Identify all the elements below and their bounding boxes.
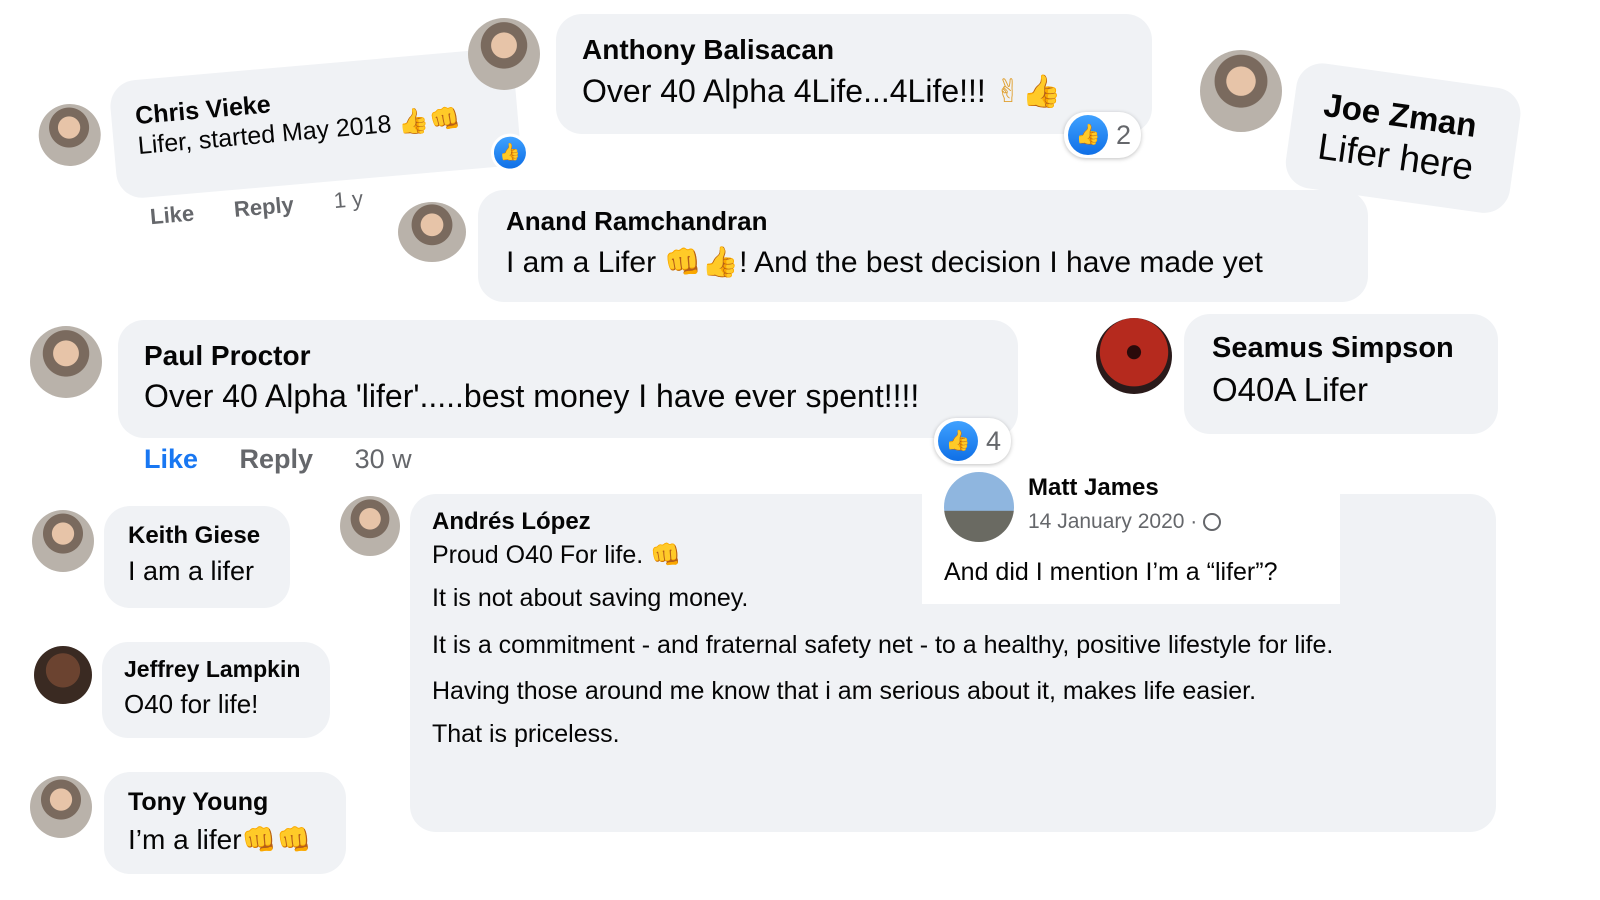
comment-bubble-tony: Tony Young I’m a lifer👊👊 (104, 772, 346, 874)
comment-text: Proud O40 For life. (432, 541, 644, 569)
fist-bump-emoji: 👊 (650, 540, 682, 569)
comment-text: O40A Lifer (1212, 371, 1368, 408)
comment-paragraph: Having those around me know that i am se… (432, 677, 1257, 705)
globe-icon (1203, 513, 1222, 532)
comment-bubble-anthony: Anthony Balisacan Over 40 Alpha 4Life...… (556, 14, 1152, 134)
author-name[interactable]: Anthony Balisacan (582, 34, 1126, 66)
comment-paragraph: It is a commitment - and fraternal safet… (432, 631, 1334, 659)
reply-link[interactable]: Reply (233, 192, 295, 222)
timestamp[interactable]: 30 w (355, 444, 412, 474)
like-thumb-icon: 👍 (1068, 115, 1108, 155)
avatar-anand[interactable] (398, 202, 466, 262)
author-name[interactable]: Matt James (1028, 474, 1159, 502)
comment-bubble-paul: Paul Proctor Over 40 Alpha 'lifer'.....b… (118, 320, 1018, 438)
reaction-count: 2 (1116, 119, 1132, 150)
comment-text: I’m a lifer (128, 824, 242, 855)
comment-text: O40 for life! (124, 689, 259, 719)
thumbs-up-emoji: 👍 (1021, 72, 1062, 110)
author-name[interactable]: Seamus Simpson (1212, 332, 1470, 365)
post-date[interactable]: 14 January 2020 · (1028, 510, 1203, 533)
comment-text: Over 40 Alpha 'lifer'.....best money I h… (144, 378, 920, 414)
comment-actions-paul: Like Reply 30 w (144, 444, 446, 475)
avatar-paul[interactable] (30, 326, 102, 398)
avatar-jeffrey[interactable] (34, 646, 92, 704)
avatar-matt[interactable] (944, 472, 1014, 542)
comment-text: Over 40 Alpha 4Life...4Life!!! (582, 73, 986, 109)
comment-bubble-seamus: Seamus Simpson O40A Lifer (1184, 314, 1498, 434)
comment-bubble-jeffrey: Jeffrey Lampkin O40 for life! (102, 642, 330, 738)
comment-text: I am a Lifer (506, 246, 665, 279)
comment-text-tail: ! And the best decision I have made yet (739, 246, 1263, 279)
avatar-chris[interactable] (36, 101, 104, 169)
post-text: And did I mention I’m a “lifer”? (944, 558, 1278, 586)
timestamp[interactable]: 1 y (333, 186, 364, 213)
reaction-count-paul[interactable]: 👍 4 (934, 418, 1012, 464)
fist-bump-emoji: 👊 (427, 102, 462, 135)
like-thumb-icon: 👍 (489, 132, 531, 174)
reaction-count: 4 (986, 425, 1002, 456)
avatar-seamus[interactable] (1096, 318, 1172, 394)
avatar-joe[interactable] (1200, 50, 1282, 132)
author-name[interactable]: Paul Proctor (144, 340, 992, 372)
post-card-matt: Matt James 14 January 2020 · And did I m… (922, 468, 1340, 604)
avatar-keith[interactable] (32, 510, 94, 572)
avatar-andres[interactable] (340, 496, 400, 556)
author-name[interactable]: Jeffrey Lampkin (124, 656, 308, 683)
comment-paragraph: That is priceless. (432, 720, 620, 748)
like-thumb-icon: 👍 (938, 421, 978, 461)
author-name[interactable]: Keith Giese (128, 522, 266, 550)
author-name[interactable]: Tony Young (128, 788, 322, 817)
reply-link[interactable]: Reply (240, 444, 314, 474)
fist-bump-emoji: 👊👊 (241, 823, 312, 856)
comment-bubble-anand: Anand Ramchandran I am a Lifer 👊👍! And t… (478, 190, 1368, 302)
reaction-count-anthony[interactable]: 👍 2 (1064, 112, 1142, 158)
thumbs-up-emoji: 👍 (396, 105, 431, 138)
post-meta: 14 January 2020 · (1028, 510, 1222, 534)
victory-hand-emoji: ✌ (994, 72, 1022, 110)
fist-bump-emoji: 👊 (664, 245, 702, 280)
like-link[interactable]: Like (144, 444, 198, 474)
comment-bubble: Chris Vieke Lifer, started May 2018 👍👊 👍 (108, 47, 531, 200)
comment-text: I am a lifer (128, 556, 255, 586)
comment-bubble-keith: Keith Giese I am a lifer (104, 506, 290, 608)
author-name[interactable]: Anand Ramchandran (506, 206, 1340, 237)
like-link[interactable]: Like (149, 200, 195, 229)
avatar-tony[interactable] (30, 776, 92, 838)
thumbs-up-emoji: 👍 (701, 245, 740, 280)
avatar-anthony[interactable] (468, 18, 540, 90)
